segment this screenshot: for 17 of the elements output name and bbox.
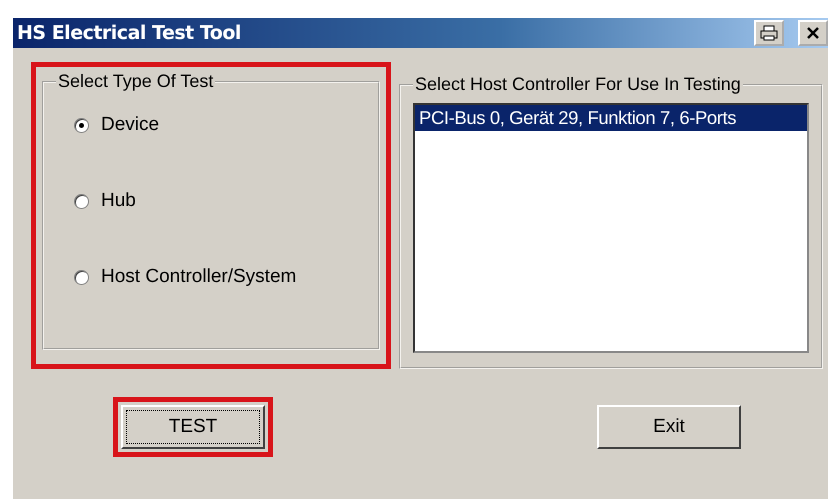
- group-title: Select Type Of Test: [57, 71, 214, 92]
- window-title: HS Electrical Test Tool: [17, 22, 242, 44]
- radio-button[interactable]: [74, 270, 89, 284]
- close-button[interactable]: [798, 20, 828, 46]
- close-icon: [806, 26, 820, 40]
- radio-button[interactable]: [74, 118, 89, 132]
- list-box[interactable]: PCI-Bus 0, Gerät 29, Funktion 7, 6-Ports: [413, 103, 809, 353]
- dialog-button[interactable]: TEST: [121, 405, 265, 449]
- dialog-button[interactable]: Exit: [597, 405, 741, 449]
- print-button[interactable]: [754, 20, 784, 46]
- radio-button[interactable]: [74, 194, 89, 208]
- list-item[interactable]: PCI-Bus 0, Gerät 29, Funktion 7, 6-Ports: [415, 105, 807, 131]
- radio-label: Host Controller/System: [101, 266, 296, 288]
- radio-label: Device: [101, 114, 160, 136]
- group-title: Select Host Controller For Use In Testing: [414, 74, 742, 95]
- printer-icon: [760, 25, 778, 41]
- radio-label: Hub: [101, 190, 136, 212]
